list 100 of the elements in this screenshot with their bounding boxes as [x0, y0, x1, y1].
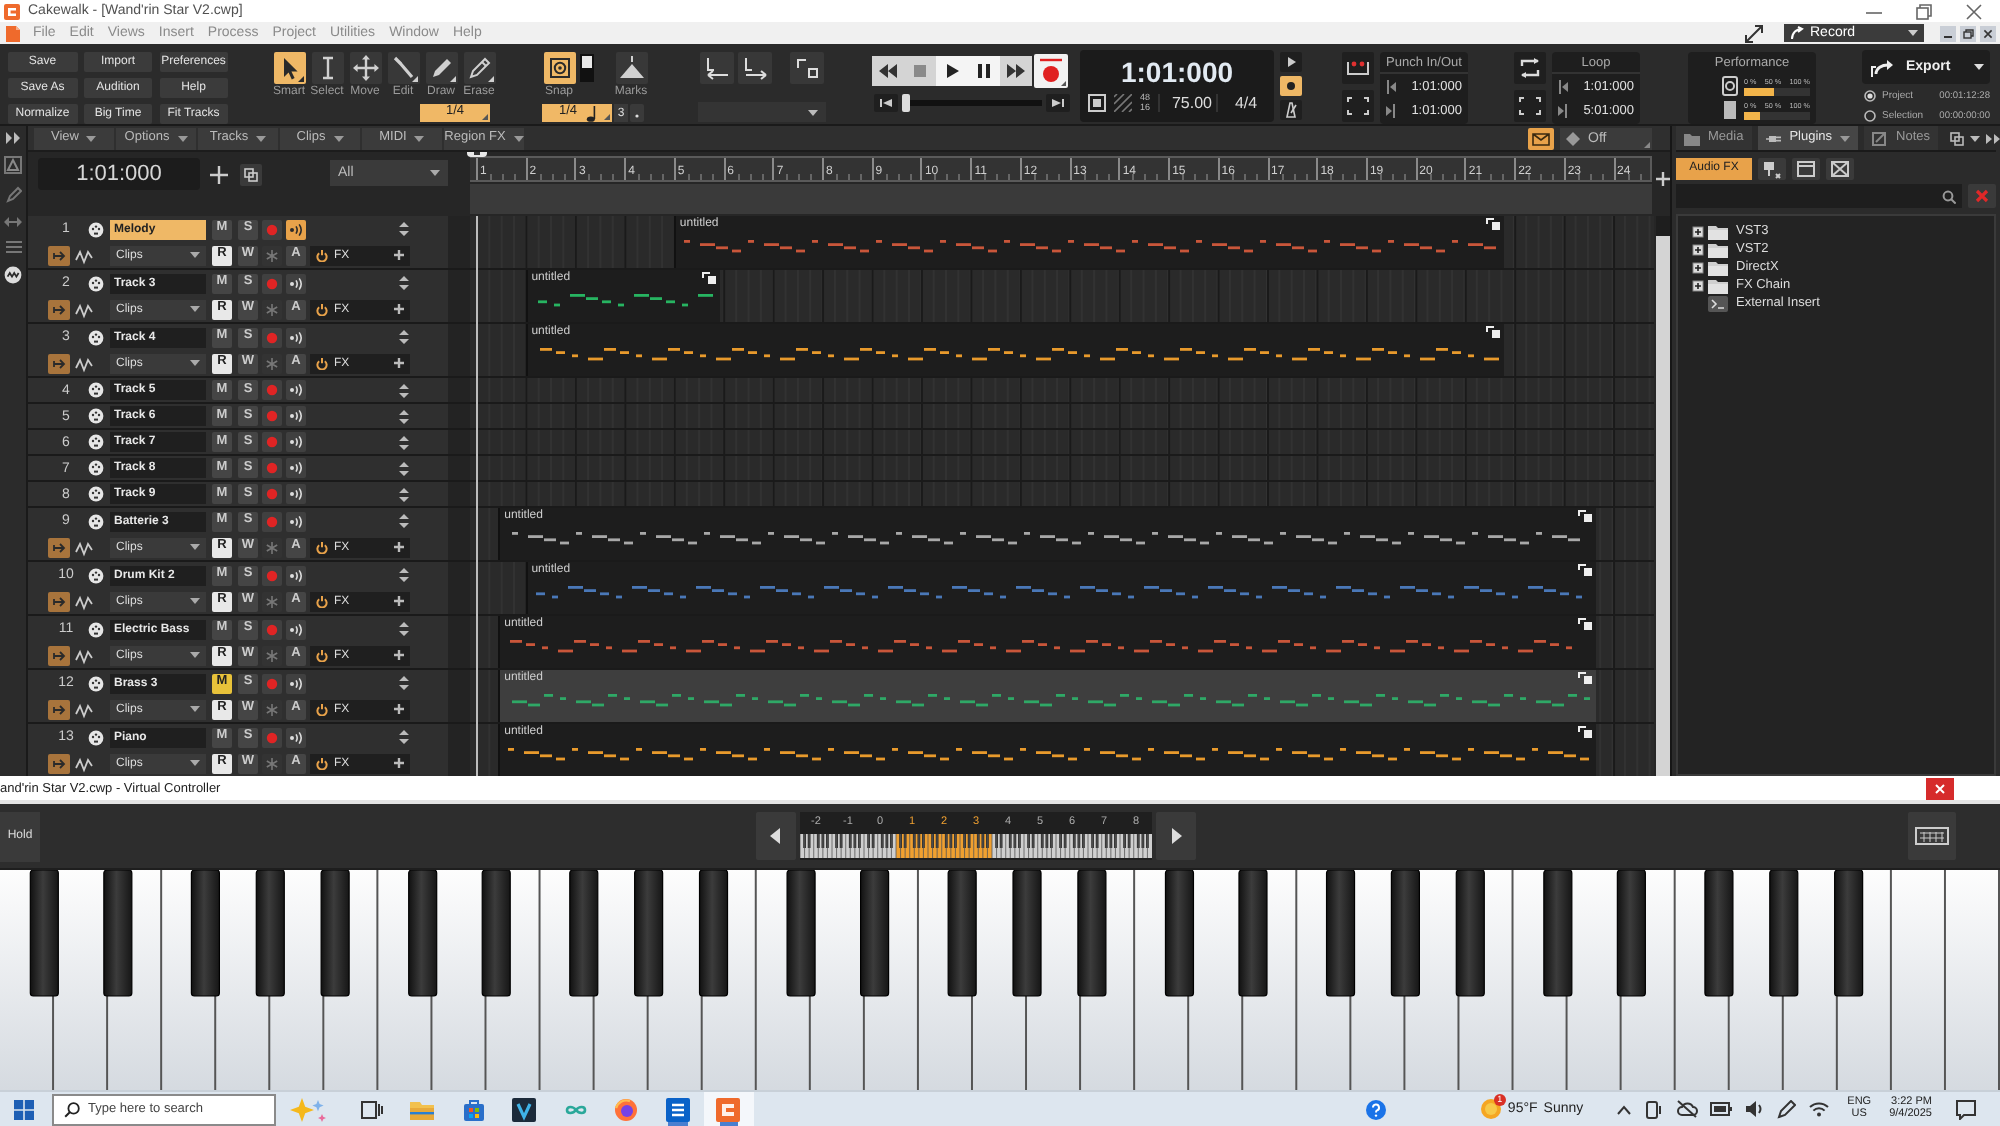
clip-corner-icon[interactable] — [1486, 326, 1501, 338]
arrow-tile-icon[interactable] — [48, 591, 70, 611]
crossed-box-icon[interactable] — [1826, 157, 1854, 179]
clip-corner-icon[interactable] — [1486, 218, 1501, 230]
envelope-toggle-icon[interactable] — [1528, 127, 1554, 149]
arrow-tile-icon[interactable] — [48, 645, 70, 665]
windows-logo-icon[interactable] — [14, 1099, 34, 1119]
plus-icon[interactable] — [394, 758, 404, 768]
up-down-arrows-icon[interactable] — [398, 435, 410, 449]
up-down-arrows-icon[interactable] — [398, 514, 410, 528]
left-arrow-bracket-icon[interactable] — [700, 52, 734, 84]
plus-icon[interactable] — [394, 596, 404, 606]
wave-curve-icon[interactable] — [74, 299, 94, 319]
keyboard-icon[interactable] — [1908, 812, 1956, 860]
wave-curve-icon[interactable] — [74, 645, 94, 665]
wave-curve-icon[interactable] — [74, 353, 94, 373]
metronome-play-icon[interactable] — [1280, 52, 1302, 72]
duplicate-box-icon[interactable] — [240, 164, 262, 186]
caret-down-icon[interactable] — [1970, 135, 1981, 141]
plus-icon[interactable] — [394, 358, 404, 368]
double-arrow-icon[interactable] — [1986, 133, 2000, 143]
clip-corner-icon[interactable] — [1578, 672, 1593, 684]
bracket-icon[interactable] — [1342, 90, 1374, 122]
search-icon[interactable] — [1942, 189, 1956, 203]
circle-zigzag-icon[interactable] — [4, 266, 22, 284]
punch-markers-icon[interactable] — [1342, 52, 1374, 84]
up-down-arrows-icon[interactable] — [398, 330, 410, 344]
sync-box-icon[interactable] — [1088, 94, 1106, 113]
sound-waves-icon[interactable] — [286, 406, 306, 426]
wave-curve-icon[interactable] — [74, 537, 94, 557]
expand-box-icon[interactable] — [1692, 225, 1704, 237]
up-down-arrows-icon[interactable] — [398, 222, 410, 236]
mini-keyboard-drawing[interactable] — [800, 834, 1152, 858]
arrow-tile-icon[interactable] — [48, 353, 70, 373]
loop-icon[interactable] — [1514, 52, 1546, 84]
tempo-value[interactable]: 75.00 — [1168, 94, 1218, 113]
plus-icon[interactable] — [394, 250, 404, 260]
triangle-box-icon[interactable] — [4, 156, 22, 174]
plus-icon[interactable] — [1655, 172, 1669, 186]
expand-box-icon[interactable] — [1692, 243, 1704, 255]
up-down-arrows-icon[interactable] — [398, 730, 410, 744]
sound-waves-icon[interactable] — [286, 484, 306, 504]
sound-waves-icon[interactable] — [286, 432, 306, 452]
arrow-tile-icon[interactable] — [48, 699, 70, 719]
left-right-arrow-icon[interactable] — [4, 216, 22, 228]
close-icon[interactable] — [1980, 25, 1996, 41]
help-icon[interactable] — [1365, 1099, 1386, 1119]
arrow-tile-icon[interactable] — [48, 537, 70, 557]
pen-icon[interactable] — [1775, 1099, 1796, 1119]
expand-box-icon[interactable] — [1692, 261, 1704, 273]
double-arrow-icon[interactable] — [5, 132, 21, 144]
arrow-tile-icon[interactable] — [48, 299, 70, 319]
skip-to-start-icon[interactable] — [874, 94, 898, 112]
clip-corner-icon[interactable] — [1578, 726, 1593, 738]
search-field[interactable] — [1676, 184, 1962, 208]
sound-waves-icon[interactable] — [286, 327, 306, 347]
up-down-arrows-icon[interactable] — [398, 676, 410, 690]
sound-waves-icon[interactable] — [286, 511, 306, 531]
clip-corner-icon[interactable] — [1578, 618, 1593, 630]
radio-button[interactable] — [1864, 110, 1876, 122]
piano-keyboard-drawing[interactable] — [0, 870, 2000, 1090]
skip-to-end-icon[interactable] — [1046, 94, 1070, 112]
lines-icon[interactable] — [5, 240, 21, 254]
wave-curve-icon[interactable] — [74, 699, 94, 719]
wifi-icon[interactable] — [1807, 1100, 1830, 1118]
sound-waves-icon[interactable] — [286, 380, 306, 400]
hatched-sync-icon[interactable] — [1114, 94, 1132, 113]
fast-forward-icon[interactable] — [1000, 56, 1032, 86]
expand-box-icon[interactable] — [1692, 279, 1704, 291]
pause-icon[interactable] — [968, 56, 1000, 86]
close-icon[interactable] — [1926, 777, 1954, 799]
up-down-arrows-icon[interactable] — [398, 487, 410, 501]
arrow-tile-icon[interactable] — [48, 753, 70, 773]
sound-waves-icon[interactable] — [286, 458, 306, 478]
record-icon[interactable] — [1034, 54, 1068, 88]
up-down-arrows-icon[interactable] — [398, 568, 410, 582]
plus-icon[interactable] — [394, 542, 404, 552]
up-down-arrows-icon[interactable] — [398, 409, 410, 423]
clip-corner-icon[interactable] — [701, 272, 716, 284]
battery-icon[interactable] — [1709, 1102, 1732, 1116]
pencil-slant-icon[interactable] — [4, 186, 22, 204]
radio-button[interactable] — [1864, 90, 1876, 102]
now-time-field[interactable]: 1:01:000 — [38, 158, 200, 190]
wave-curve-icon[interactable] — [74, 753, 94, 773]
plus-icon[interactable] — [394, 704, 404, 714]
plus-icon[interactable] — [210, 166, 228, 184]
play-icon[interactable] — [936, 56, 968, 86]
wave-curve-icon[interactable] — [74, 245, 94, 265]
metronome-icon[interactable] — [1280, 100, 1302, 120]
arrow-tile-icon[interactable] — [48, 245, 70, 265]
clip-corner-icon[interactable] — [1578, 564, 1593, 576]
device-icon[interactable] — [1643, 1099, 1664, 1119]
layout-icon[interactable] — [1950, 131, 1965, 145]
sound-waves-icon[interactable] — [286, 727, 306, 747]
cloud-off-icon[interactable] — [1675, 1100, 1698, 1118]
now-time[interactable]: 1:01:000 — [1120, 56, 1234, 88]
meter-value[interactable]: 4/4 — [1226, 94, 1266, 113]
wave-curve-icon[interactable] — [74, 591, 94, 611]
restore-icon[interactable] — [1960, 25, 1976, 41]
sound-waves-icon[interactable] — [286, 619, 306, 639]
